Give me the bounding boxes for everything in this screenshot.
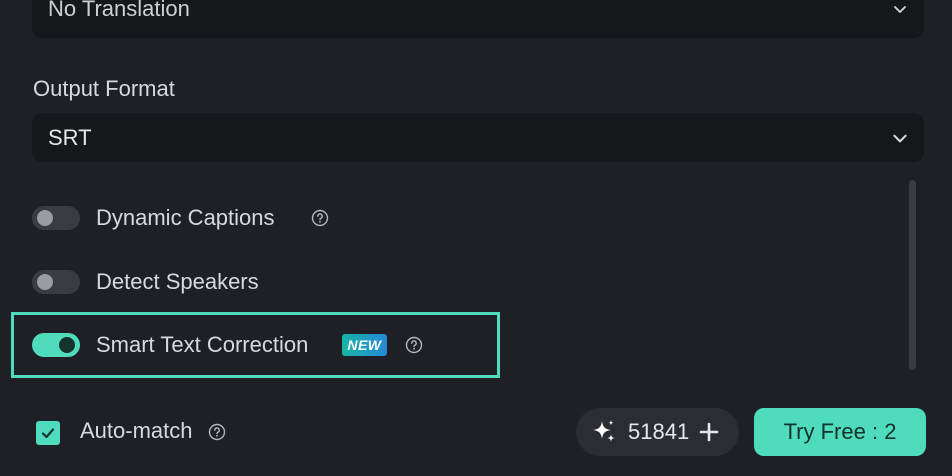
option-detect-speakers: Detect Speakers bbox=[32, 267, 259, 297]
question-circle-icon[interactable] bbox=[311, 209, 329, 227]
checkmark-icon bbox=[41, 428, 55, 439]
detect-speakers-label: Detect Speakers bbox=[96, 269, 259, 294]
translation-select[interactable]: No Translation bbox=[32, 0, 924, 38]
translation-select-value: No Translation bbox=[48, 0, 190, 21]
dynamic-captions-label: Dynamic Captions bbox=[96, 205, 275, 230]
credits-count: 51841 bbox=[628, 419, 690, 444]
try-free-button[interactable]: Try Free : 2 bbox=[754, 408, 926, 456]
sparkle-icon bbox=[593, 420, 615, 442]
output-format-label: Output Format bbox=[33, 76, 175, 101]
detect-speakers-toggle[interactable] bbox=[32, 270, 80, 294]
ai-captions-panel: No Translation Output Format SRT Dynamic… bbox=[0, 0, 952, 476]
smart-text-correction-label: Smart Text Correction bbox=[96, 332, 309, 357]
auto-match-label: Auto-match bbox=[80, 418, 193, 443]
output-format-select[interactable]: SRT bbox=[32, 113, 924, 162]
output-format-value: SRT bbox=[48, 124, 92, 150]
new-badge: NEW bbox=[342, 334, 387, 356]
smart-text-correction-toggle[interactable] bbox=[32, 333, 80, 357]
credits-pill[interactable]: 51841 bbox=[576, 408, 739, 456]
question-circle-icon[interactable] bbox=[405, 336, 423, 354]
chevron-down-icon bbox=[888, 126, 912, 150]
scrollbar[interactable] bbox=[909, 180, 916, 370]
dynamic-captions-toggle[interactable] bbox=[32, 206, 80, 230]
auto-match-checkbox[interactable] bbox=[36, 421, 60, 445]
plus-icon[interactable] bbox=[698, 421, 720, 443]
option-smart-text-correction: Smart Text Correction NEW bbox=[32, 330, 423, 360]
question-circle-icon[interactable] bbox=[208, 423, 226, 441]
option-dynamic-captions: Dynamic Captions bbox=[32, 203, 329, 233]
chevron-down-icon bbox=[888, 0, 912, 21]
